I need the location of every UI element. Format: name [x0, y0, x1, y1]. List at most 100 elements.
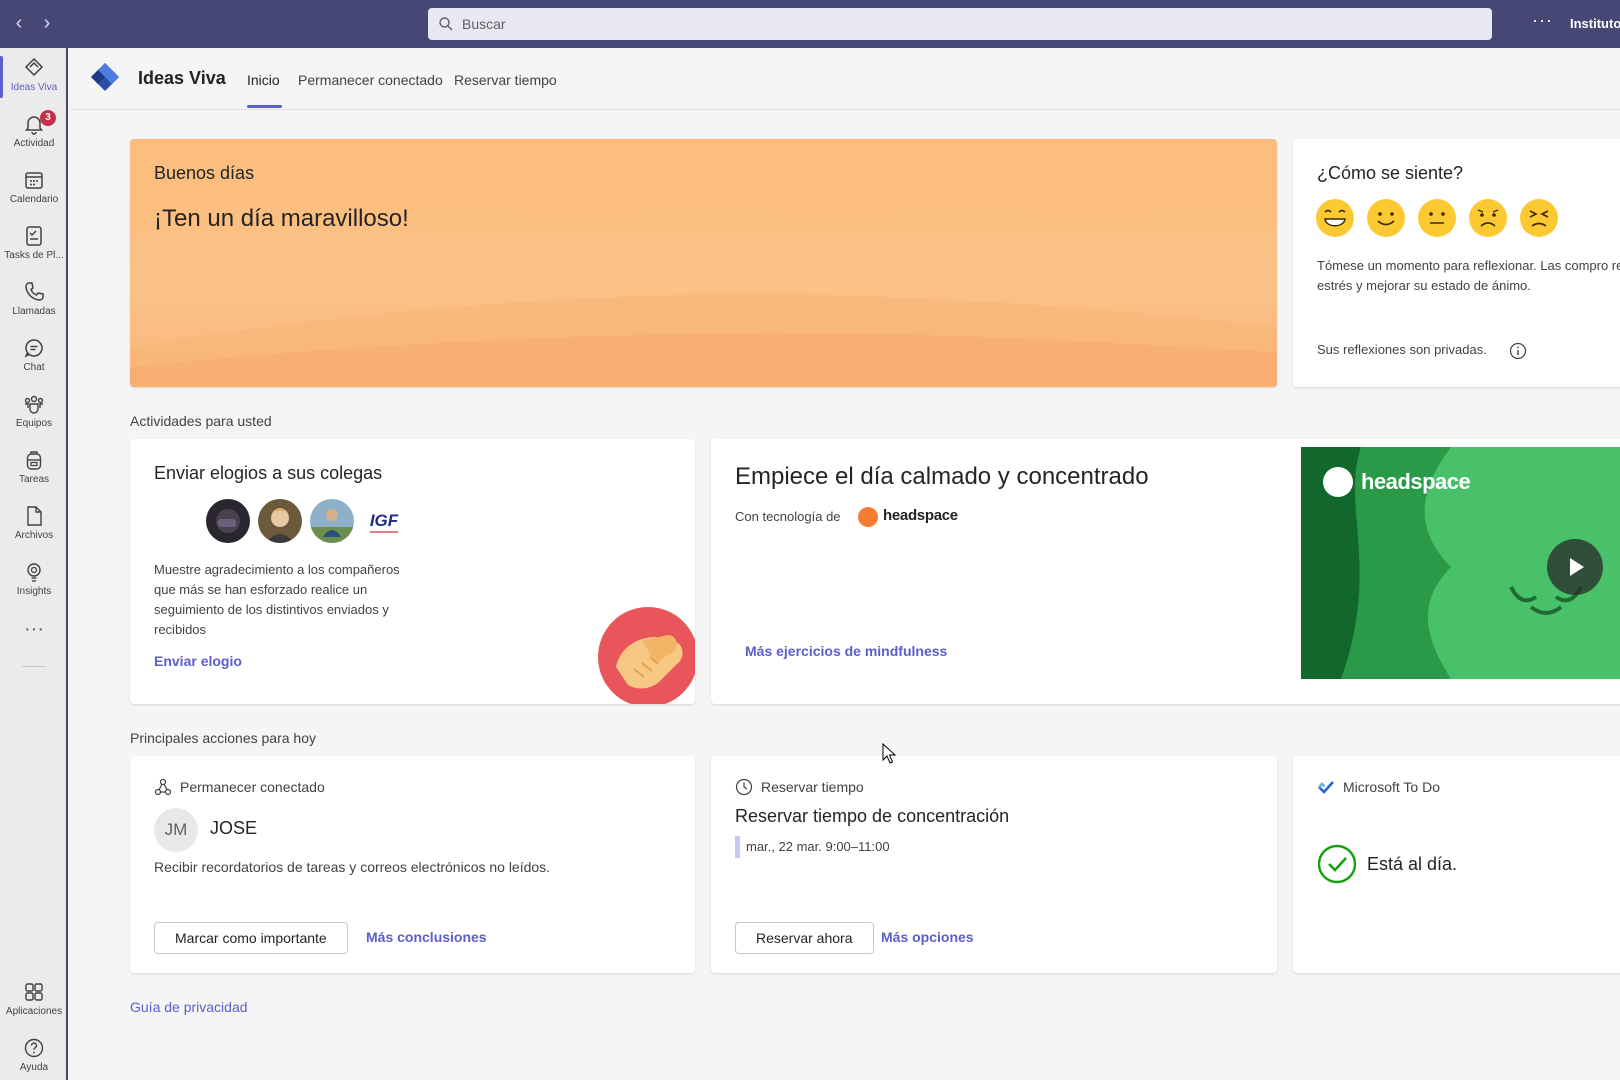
very-sad-emoji-icon[interactable] [1519, 198, 1559, 238]
play-button[interactable] [1547, 539, 1603, 595]
headspace-brand: headspace [883, 507, 958, 524]
send-praise-link[interactable]: Enviar elogio [154, 653, 242, 669]
praise-title: Enviar elogios a sus colegas [154, 463, 383, 483]
greeting-wave-decoration [130, 294, 1277, 387]
title-bar: ‹ › ··· Instituto G [0, 0, 1620, 48]
chat-icon [24, 339, 43, 358]
mood-selector [1315, 198, 1570, 238]
activities-section-label: Actividades para usted [130, 413, 272, 429]
active-tab-indicator [247, 105, 282, 108]
rail-item-insights[interactable]: Insights [0, 554, 68, 608]
rail-label: Archivos [14, 530, 54, 541]
more-apps-icon[interactable]: ··· [0, 618, 68, 641]
more-options-link[interactable]: Más opciones [881, 929, 974, 945]
tab-inicio[interactable]: Inicio [247, 72, 280, 88]
tasks-icon [26, 226, 42, 246]
rail-item-files[interactable]: Archivos [0, 498, 68, 552]
neutral-emoji-icon[interactable] [1417, 198, 1457, 238]
stay-connected-header: Permanecer conectado [154, 778, 325, 796]
tab-permanecer-conectado[interactable]: Permanecer conectado [298, 72, 443, 88]
more-insights-link[interactable]: Más conclusiones [366, 929, 487, 945]
file-icon [27, 506, 42, 526]
rail-label: Llamadas [12, 306, 56, 317]
handshake-illustration [598, 607, 695, 704]
rail-item-tasks-planner[interactable]: Tasks de Pl... [0, 218, 68, 272]
rail-item-help[interactable]: Ayuda [0, 1030, 68, 1080]
headspace-logo-icon [858, 507, 878, 527]
stay-connected-description: Recibir recordatorios de tareas y correo… [154, 859, 551, 875]
viva-insights-logo [91, 63, 119, 91]
mouse-cursor-icon [882, 743, 896, 764]
app-title: Ideas Viva [138, 68, 226, 88]
very-happy-emoji-icon[interactable] [1315, 198, 1355, 238]
backpack-icon [26, 451, 42, 470]
avatar[interactable] [258, 499, 302, 543]
app-rail: Ideas Viva 3 Actividad Calendario Tasks … [0, 48, 68, 1080]
headspace-video-logo-icon [1323, 467, 1353, 497]
forward-icon[interactable]: › [36, 12, 58, 34]
book-time-card: Reservar tiempo Reservar tiempo de conce… [711, 756, 1277, 973]
rail-label: Equipos [15, 418, 53, 429]
praise-card: Enviar elogios a sus colegas IGF Muestre… [130, 439, 695, 704]
time-slot: mar., 22 mar. 9:00–11:00 [735, 836, 890, 858]
back-icon[interactable]: ‹ [8, 12, 30, 34]
powered-by-label: Con tecnología de [735, 509, 841, 524]
book-time-label: Reservar tiempo [761, 779, 864, 795]
search-input[interactable] [462, 16, 1362, 32]
avatar[interactable] [310, 499, 354, 543]
greeting-message: ¡Ten un día maravilloso! [154, 205, 409, 232]
colleague-avatars: IGF [206, 499, 414, 543]
lightbulb-icon [27, 563, 41, 582]
rail-label: Ideas Viva [10, 82, 58, 93]
search-box[interactable] [428, 8, 1492, 40]
org-name[interactable]: Instituto G [1570, 16, 1620, 31]
tab-reservar-tiempo[interactable]: Reservar tiempo [454, 72, 557, 88]
sad-emoji-icon[interactable] [1468, 198, 1508, 238]
todo-label: Microsoft To Do [1343, 779, 1440, 795]
rail-item-assignments[interactable]: Tareas [0, 442, 68, 496]
avatar[interactable]: IGF [362, 499, 406, 543]
greeting-title: Buenos días [154, 163, 255, 183]
rail-item-activity[interactable]: 3 Actividad [0, 106, 68, 160]
focus-time-title: Reservar tiempo de concentración [735, 806, 1010, 826]
contact-name[interactable]: JOSE [210, 818, 257, 839]
book-time-header: Reservar tiempo [735, 778, 864, 796]
rail-label: Calendario [9, 194, 59, 205]
rail-item-apps[interactable]: Aplicaciones [0, 974, 68, 1028]
avatar[interactable]: JM [154, 808, 198, 852]
app-header: Ideas Viva Inicio Permanecer conectado R… [70, 48, 1620, 110]
more-options-icon[interactable]: ··· [1532, 10, 1553, 31]
rail-item-ideas-viva[interactable]: Ideas Viva [0, 50, 68, 104]
rail-item-calendar[interactable]: Calendario [0, 162, 68, 216]
mindfulness-title: Empiece el día calmado y concentrado [735, 463, 1149, 490]
headspace-video[interactable]: headspace [1301, 447, 1620, 679]
teams-icon [24, 395, 44, 414]
mark-important-button[interactable]: Marcar como importante [154, 922, 348, 954]
more-mindfulness-link[interactable]: Más ejercicios de mindfulness [745, 643, 947, 659]
activity-badge: 3 [40, 110, 56, 126]
privacy-guide-link[interactable]: Guía de privacidad [130, 999, 248, 1015]
avatar[interactable] [206, 499, 250, 543]
feeling-card: ¿Cómo se siente? Tómese un momento para … [1293, 139, 1620, 387]
play-icon [1570, 558, 1584, 576]
rail-item-teams[interactable]: Equipos [0, 386, 68, 440]
avatar-logo-text: IGF [370, 511, 399, 530]
rail-label: Tareas [18, 474, 49, 485]
feeling-title: ¿Cómo se siente? [1317, 163, 1464, 183]
rail-item-chat[interactable]: Chat [0, 330, 68, 384]
phone-icon [25, 282, 44, 301]
rail-label: Ayuda [19, 1062, 49, 1073]
stay-connected-card: Permanecer conectado JM JOSE Recibir rec… [130, 756, 695, 973]
info-icon[interactable] [1509, 342, 1527, 360]
clock-icon [735, 778, 753, 796]
rail-label: Insights [16, 586, 52, 597]
rail-label: Actividad [13, 138, 55, 149]
privacy-note: Sus reflexiones son privadas. [1317, 342, 1487, 357]
help-icon [24, 1038, 44, 1058]
book-now-button[interactable]: Reservar ahora [735, 922, 874, 954]
happy-emoji-icon[interactable] [1366, 198, 1406, 238]
rail-item-calls[interactable]: Llamadas [0, 274, 68, 328]
calendar-icon [25, 172, 43, 189]
feeling-description: Tómese un momento para reflexionar. Las … [1317, 258, 1620, 293]
stay-connected-label: Permanecer conectado [180, 779, 325, 795]
